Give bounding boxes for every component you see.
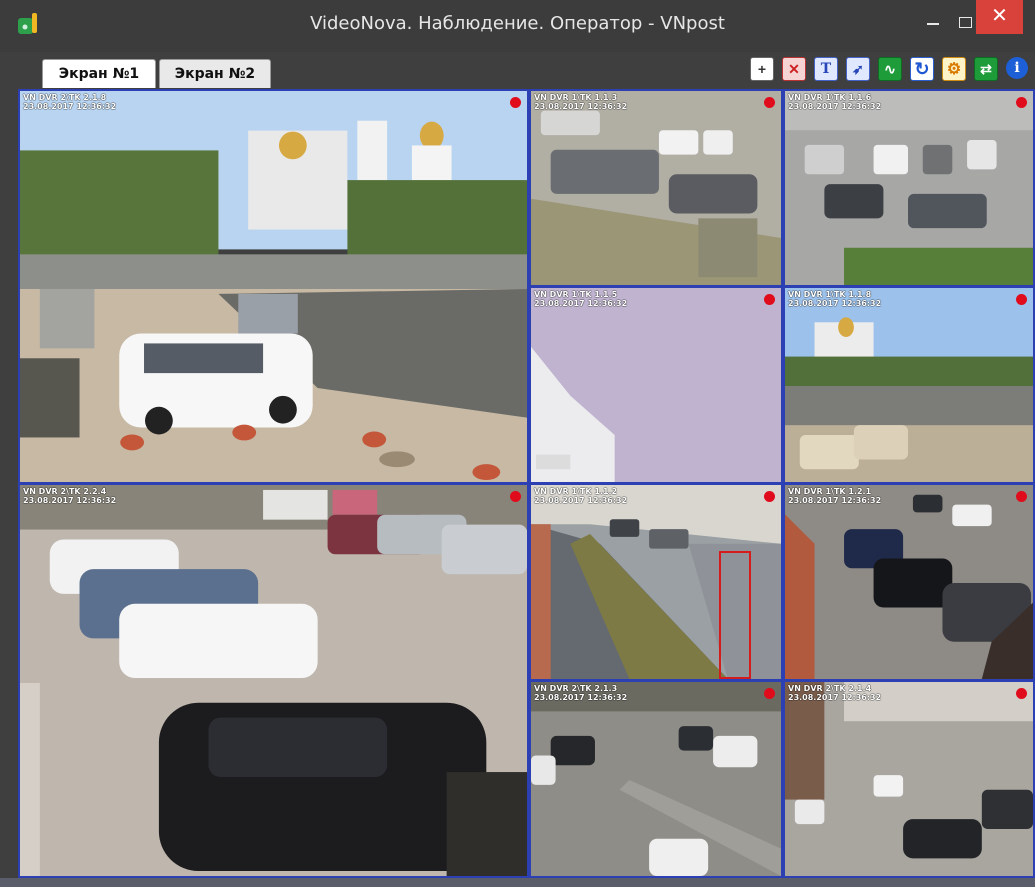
camera-name: VN DVR 1\TK 1.2.1 xyxy=(788,487,872,496)
camera-tile[interactable]: VN DVR 2\TK 2.1.3 23.08.2017 12:36:32 xyxy=(529,680,783,878)
camera-name: VN DVR 1\TK 1.1.5 xyxy=(534,290,618,299)
camera-timestamp: 23.08.2017 12:36:32 xyxy=(23,102,117,111)
recording-indicator xyxy=(1016,491,1027,502)
camera-tile[interactable]: VN DVR 1\TK 1.1.2 23.08.2017 12:36:32 xyxy=(529,483,783,681)
recording-indicator xyxy=(764,97,775,108)
status-strip xyxy=(0,878,1035,887)
camera-tile[interactable]: VN DVR 1\TK 1.1.6 23.08.2017 12:36:32 xyxy=(783,89,1035,287)
camera-view-parking-lot xyxy=(531,91,781,285)
tab-screen-1[interactable]: Экран №1 xyxy=(42,59,156,88)
refresh-icon[interactable]: ↻ xyxy=(910,57,934,81)
camera-name: VN DVR 1\TK 1.1.2 xyxy=(534,487,618,496)
recording-indicator xyxy=(764,688,775,699)
camera-name: VN DVR 1\TK 1.1.8 xyxy=(788,290,872,299)
camera-tile[interactable]: VN DVR 1\TK 1.1.3 23.08.2017 12:36:32 xyxy=(529,89,783,287)
recording-indicator xyxy=(1016,688,1027,699)
camera-timestamp: 23.08.2017 12:36:32 xyxy=(534,496,628,505)
camera-tile[interactable]: VN DVR 2\TK 2.1.8 23.08.2017 12:36:32 xyxy=(18,89,529,484)
camera-view-church-parking xyxy=(20,91,527,482)
camera-name: VN DVR 2\TK 2.1.8 xyxy=(23,93,107,102)
camera-tile[interactable]: VN DVR 1\TK 1.1.8 23.08.2017 12:36:32 xyxy=(783,286,1035,484)
camera-icon[interactable]: ➶ xyxy=(846,57,870,81)
close-button[interactable]: ✕ xyxy=(976,0,1023,34)
window-title: VideoNova. Наблюдение. Оператор - VNpost xyxy=(310,13,725,34)
camera-name: VN DVR 2\TK 2.2.4 xyxy=(23,487,107,496)
camera-osd: VN DVR 2\TK 2.1.8 23.08.2017 12:36:32 xyxy=(23,93,116,111)
camera-view-fisheye-parking xyxy=(785,485,1033,679)
camera-timestamp: 23.08.2017 12:36:32 xyxy=(534,693,628,702)
camera-timestamp: 23.08.2017 12:36:32 xyxy=(788,299,882,308)
video-grid: VN DVR 2\TK 2.1.8 23.08.2017 12:36:32 VN … xyxy=(18,89,1035,878)
grid-delete-icon[interactable]: ✕ xyxy=(782,57,806,81)
text-icon[interactable]: T xyxy=(814,57,838,81)
camera-timestamp: 23.08.2017 12:36:32 xyxy=(534,102,628,111)
camera-timestamp: 23.08.2017 12:36:32 xyxy=(788,102,882,111)
camera-osd: VN DVR 2\TK 2.2.4 23.08.2017 12:36:32 xyxy=(23,487,116,505)
camera-timestamp: 23.08.2017 12:36:32 xyxy=(788,496,882,505)
switch-icon[interactable]: ⇄ xyxy=(974,57,998,81)
camera-osd: VN DVR 2\TK 2.1.4 23.08.2017 12:36:32 xyxy=(788,684,881,702)
camera-view-street xyxy=(531,288,781,482)
camera-view-parking-lot xyxy=(531,682,781,876)
camera-timestamp: 23.08.2017 12:36:32 xyxy=(534,299,628,308)
add-icon[interactable]: + xyxy=(750,57,774,81)
camera-name: VN DVR 2\TK 2.1.4 xyxy=(788,684,872,693)
recording-indicator xyxy=(764,294,775,305)
camera-osd: VN DVR 1\TK 1.1.5 23.08.2017 12:36:32 xyxy=(534,290,627,308)
camera-view-parking-lot xyxy=(785,91,1033,285)
camera-osd: VN DVR 1\TK 1.1.2 23.08.2017 12:36:32 xyxy=(534,487,627,505)
motion-detection-box xyxy=(719,551,751,679)
camera-osd: VN DVR 2\TK 2.1.3 23.08.2017 12:36:32 xyxy=(534,684,627,702)
camera-view-church-overview xyxy=(785,288,1033,482)
camera-timestamp: 23.08.2017 12:36:32 xyxy=(23,496,117,505)
camera-name: VN DVR 1\TK 1.1.3 xyxy=(534,93,618,102)
camera-osd: VN DVR 1\TK 1.1.8 23.08.2017 12:36:32 xyxy=(788,290,881,308)
camera-osd: VN DVR 1\TK 1.2.1 23.08.2017 12:36:32 xyxy=(788,487,881,505)
tab-screen-2[interactable]: Экран №2 xyxy=(159,59,271,88)
recording-indicator xyxy=(510,491,521,502)
camera-osd: VN DVR 1\TK 1.1.3 23.08.2017 12:36:32 xyxy=(534,93,627,111)
recording-indicator xyxy=(510,97,521,108)
minimize-button[interactable] xyxy=(920,10,946,36)
maximize-button[interactable] xyxy=(952,10,978,36)
camera-tile[interactable]: VN DVR 2\TK 2.1.4 23.08.2017 12:36:32 xyxy=(783,680,1035,878)
camera-name: VN DVR 1\TK 1.1.6 xyxy=(788,93,872,102)
toolbar: + ✕ T ➶ ∿ ↻ ⚙ ⇄ i xyxy=(750,57,1028,81)
window-title-bar: VideoNova. Наблюдение. Оператор - VNpost… xyxy=(0,0,1035,52)
recording-indicator xyxy=(1016,97,1027,108)
camera-timestamp: 23.08.2017 12:36:32 xyxy=(788,693,882,702)
settings-icon[interactable]: ⚙ xyxy=(942,57,966,81)
camera-tile[interactable]: VN DVR 1\TK 1.2.1 23.08.2017 12:36:32 xyxy=(783,483,1035,681)
camera-name: VN DVR 2\TK 2.1.3 xyxy=(534,684,618,693)
camera-tile[interactable]: VN DVR 1\TK 1.1.5 23.08.2017 12:36:32 xyxy=(529,286,783,484)
camera-view-courtyard-parking xyxy=(20,485,527,876)
info-icon[interactable]: i xyxy=(1006,57,1028,79)
camera-view-street-overview xyxy=(785,682,1033,876)
activity-icon[interactable]: ∿ xyxy=(878,57,902,81)
camera-osd: VN DVR 1\TK 1.1.6 23.08.2017 12:36:32 xyxy=(788,93,881,111)
recording-indicator xyxy=(1016,294,1027,305)
camera-tile[interactable]: VN DVR 2\TK 2.2.4 23.08.2017 12:36:32 xyxy=(18,483,529,878)
recording-indicator xyxy=(764,491,775,502)
